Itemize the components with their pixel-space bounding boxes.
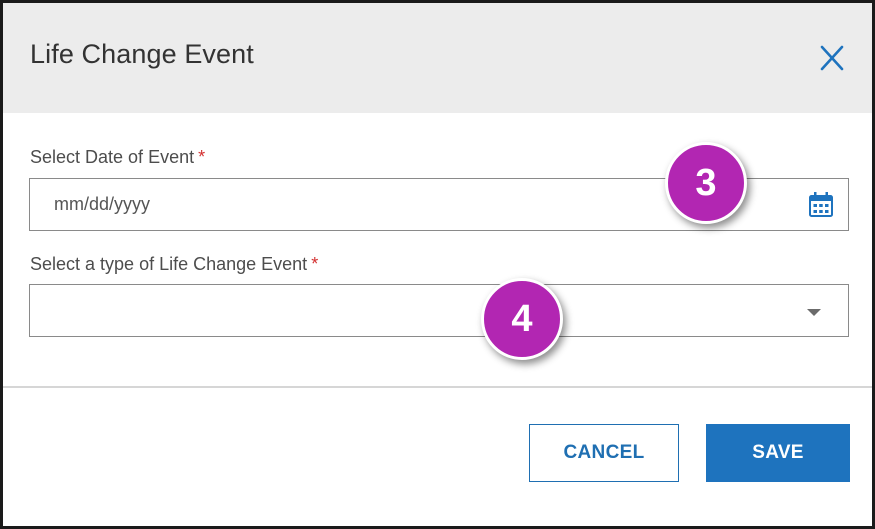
footer-divider: [3, 386, 872, 388]
required-asterisk: *: [198, 147, 206, 167]
dialog-title: Life Change Event: [30, 39, 254, 69]
close-icon: [820, 45, 844, 71]
close-button[interactable]: [815, 41, 849, 75]
step-4-badge: 4: [481, 278, 563, 360]
life-change-event-dialog: Life Change Event Select Date of Event * …: [0, 0, 875, 529]
cancel-button[interactable]: CANCEL: [529, 424, 679, 482]
required-asterisk: *: [311, 254, 319, 274]
event-type-select[interactable]: [29, 284, 849, 337]
calendar-icon: [809, 192, 833, 217]
calendar-button[interactable]: [808, 191, 834, 219]
dialog-header: Life Change Event: [3, 3, 872, 113]
chevron-down-icon[interactable]: [807, 309, 821, 316]
type-field-label-text: Select a type of Life Change Event: [30, 254, 308, 274]
date-field-label-text: Select Date of Event: [30, 147, 195, 167]
save-button[interactable]: SAVE: [706, 424, 850, 482]
type-field-label: Select a type of Life Change Event *: [30, 254, 318, 275]
date-field-label: Select Date of Event *: [30, 147, 205, 168]
step-3-badge: 3: [665, 142, 747, 224]
